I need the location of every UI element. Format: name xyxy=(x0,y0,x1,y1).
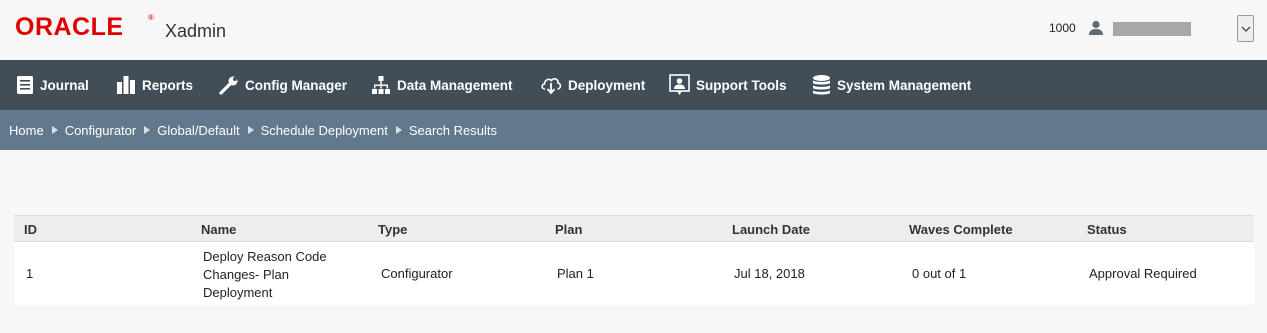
column-header-plan[interactable]: Plan xyxy=(555,222,582,237)
cell-launch-date: Jul 18, 2018 xyxy=(734,266,805,281)
wrench-icon xyxy=(219,76,238,95)
nav-item-label: Journal xyxy=(40,77,89,93)
search-results-table: ID Name Type Plan Launch Date Waves Comp… xyxy=(14,215,1254,305)
column-header-waves-complete[interactable]: Waves Complete xyxy=(909,222,1013,237)
cell-name[interactable]: Deploy Reason Code Changes- Plan Deploym… xyxy=(203,248,327,302)
nav-item-system-management[interactable]: System Management xyxy=(812,60,971,110)
breadcrumb-schedule-deployment[interactable]: Schedule Deployment xyxy=(261,123,388,138)
table-header: ID Name Type Plan Launch Date Waves Comp… xyxy=(14,215,1254,242)
cell-name-line: Deployment xyxy=(203,285,273,300)
nav-item-config-manager[interactable]: Config Manager xyxy=(219,60,347,110)
breadcrumb: Home Configurator Global/Default Schedul… xyxy=(0,110,1267,150)
column-header-type[interactable]: Type xyxy=(378,222,407,237)
cell-type: Configurator xyxy=(381,266,453,281)
registered-mark: ® xyxy=(148,13,154,22)
column-header-name[interactable]: Name xyxy=(201,222,236,237)
nav-item-label: Support Tools xyxy=(696,77,787,93)
cell-name-line: Deploy Reason Code xyxy=(203,249,327,264)
breadcrumb-separator-icon xyxy=(144,126,151,134)
column-header-status[interactable]: Status xyxy=(1087,222,1127,237)
user-name xyxy=(1113,22,1191,36)
cell-plan: Plan 1 xyxy=(557,266,594,281)
nav-item-journal[interactable]: Journal xyxy=(16,60,89,110)
nav-item-label: Deployment xyxy=(568,77,646,93)
oracle-logo: ORACLE xyxy=(15,13,124,41)
organization-id: 1000 xyxy=(1049,21,1076,35)
column-header-id[interactable]: ID xyxy=(24,222,37,237)
main-nav: Journal Reports Config Manager Data Mana… xyxy=(0,60,1267,110)
nav-item-label: System Management xyxy=(837,77,972,93)
user-icon xyxy=(1088,20,1104,36)
app-name: Xadmin xyxy=(165,21,227,41)
breadcrumb-separator-icon xyxy=(247,126,254,134)
breadcrumb-configurator[interactable]: Configurator xyxy=(65,123,137,138)
nav-item-label: Reports xyxy=(142,77,194,93)
support-person-icon xyxy=(669,74,690,95)
column-header-launch-date[interactable]: Launch Date xyxy=(732,222,810,237)
nav-item-label: Data Management xyxy=(397,77,513,93)
user-menu-button[interactable] xyxy=(1237,15,1254,42)
chevron-down-icon xyxy=(1241,26,1250,32)
cell-id: 1 xyxy=(26,266,34,281)
journal-icon xyxy=(17,76,33,94)
nav-item-data-management[interactable]: Data Management xyxy=(371,60,513,110)
breadcrumb-global-default[interactable]: Global/Default xyxy=(157,123,239,138)
breadcrumb-home[interactable]: Home xyxy=(9,123,44,138)
cell-waves-complete: 0 out of 1 xyxy=(912,266,967,281)
database-icon xyxy=(813,75,830,95)
table-row[interactable]: 1 Deploy Reason Code Changes- Plan Deplo… xyxy=(14,243,1254,305)
bar-chart-icon xyxy=(117,76,135,94)
nav-item-deployment[interactable]: Deployment xyxy=(540,60,645,110)
hierarchy-icon xyxy=(372,76,390,94)
nav-item-support-tools[interactable]: Support Tools xyxy=(669,60,787,110)
breadcrumb-separator-icon xyxy=(51,126,58,134)
cell-name-line: Changes- Plan xyxy=(203,267,289,282)
app-header: ORACLE ® Xadmin 1000 xyxy=(0,0,1267,60)
cell-status: Approval Required xyxy=(1089,266,1197,281)
breadcrumb-search-results: Search Results xyxy=(408,122,497,138)
cloud-download-icon xyxy=(541,77,562,95)
nav-item-reports[interactable]: Reports xyxy=(116,60,193,110)
nav-item-label: Config Manager xyxy=(245,77,348,93)
breadcrumb-separator-icon xyxy=(395,126,402,134)
